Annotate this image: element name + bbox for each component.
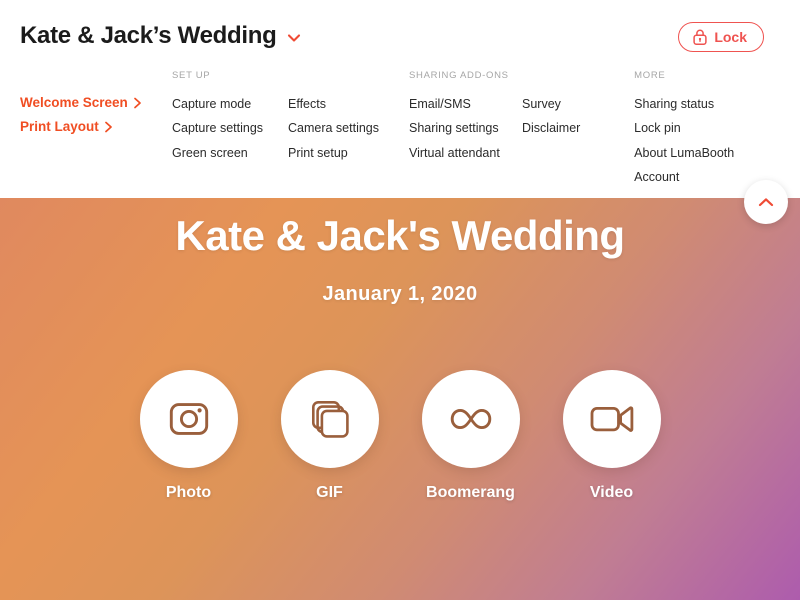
mode-icon-circle — [421, 370, 520, 468]
menu-group-heading: SET UP — [172, 70, 211, 81]
menu-group-heading: MORE — [634, 70, 666, 81]
menu-column: Capture mode Capture settings Green scre… — [172, 97, 288, 160]
mode-icon-circle — [562, 370, 661, 468]
quick-link-label: Print Layout — [20, 119, 99, 134]
menu-item-effects[interactable]: Effects — [288, 97, 379, 111]
menu-column: Sharing status Lock pin About LumaBooth … — [634, 97, 734, 185]
menu-item-virtual-attendant[interactable]: Virtual attendant — [409, 146, 522, 160]
infinity-icon — [448, 404, 494, 434]
quick-link-print-layout[interactable]: Print Layout — [20, 119, 142, 134]
chevron-right-icon — [104, 121, 113, 133]
event-title: Kate & Jack's Wedding — [175, 212, 625, 259]
quick-link-welcome-screen[interactable]: Welcome Screen — [20, 95, 142, 110]
menu-item-survey[interactable]: Survey — [522, 97, 580, 111]
quick-link-label: Welcome Screen — [20, 95, 128, 110]
stacked-squares-icon — [309, 398, 351, 440]
welcome-screen-preview: Kate & Jack's Wedding January 1, 2020 Ph… — [0, 198, 800, 600]
quick-links: Welcome Screen Print Layout — [20, 95, 142, 134]
page-title: Kate & Jack’s Wedding — [20, 22, 277, 49]
menu-group-heading: SHARING ADD-ONS — [409, 70, 509, 81]
chevron-up-icon — [758, 197, 774, 207]
menu-item-print-setup[interactable]: Print setup — [288, 146, 379, 160]
mode-button-video[interactable]: Video — [562, 370, 661, 502]
chevron-down-icon[interactable] — [286, 26, 302, 46]
menu-item-email-sms[interactable]: Email/SMS — [409, 97, 522, 111]
mode-button-boomerang[interactable]: Boomerang — [421, 370, 520, 502]
mode-icon-circle — [280, 370, 379, 468]
menu-column: Effects Camera settings Print setup — [288, 97, 379, 160]
mode-label: GIF — [316, 484, 343, 501]
mode-button-gif[interactable]: GIF — [280, 370, 379, 502]
lock-icon — [693, 29, 707, 45]
menu-item-capture-mode[interactable]: Capture mode — [172, 97, 288, 111]
menu-item-sharing-settings[interactable]: Sharing settings — [409, 121, 522, 135]
mode-button-photo[interactable]: Photo — [139, 370, 238, 502]
menu-column: Email/SMS Sharing settings Virtual atten… — [409, 97, 522, 160]
menu-item-capture-settings[interactable]: Capture settings — [172, 121, 288, 135]
collapse-menu-button[interactable] — [744, 180, 788, 224]
menu-item-account[interactable]: Account — [634, 170, 734, 184]
mode-icon-circle — [139, 370, 238, 468]
mode-label: Boomerang — [426, 484, 515, 501]
menu-item-lock-pin[interactable]: Lock pin — [634, 121, 734, 135]
menu-item-green-screen[interactable]: Green screen — [172, 146, 288, 160]
menu-item-sharing-status[interactable]: Sharing status — [634, 97, 734, 111]
mode-label: Video — [589, 484, 634, 501]
camera-icon — [168, 398, 210, 440]
lock-button[interactable]: Lock — [678, 22, 764, 52]
menu-item-camera-settings[interactable]: Camera settings — [288, 121, 379, 135]
menu-panel: Kate & Jack’s Wedding Lock Welcome Scree… — [0, 0, 800, 198]
menu-item-about-lumabooth[interactable]: About LumaBooth — [634, 146, 734, 160]
chevron-right-icon — [133, 97, 142, 109]
menu-groups: SET UP Capture mode Capture settings Gre… — [172, 70, 780, 185]
menu-group-sharing-addons: SHARING ADD-ONS Email/SMS Sharing settin… — [409, 70, 634, 185]
menu-column: Survey Disclaimer — [522, 97, 580, 160]
capture-mode-buttons: Photo GIF Boomerang Video — [0, 370, 800, 502]
menu-group-more: MORE Sharing status Lock pin About LumaB… — [634, 70, 780, 185]
lock-button-label: Lock — [714, 29, 747, 45]
event-date: January 1, 2020 — [322, 283, 478, 305]
menu-item-disclaimer[interactable]: Disclaimer — [522, 121, 580, 135]
mode-label: Photo — [165, 484, 212, 501]
app-title-dropdown[interactable]: Kate & Jack’s Wedding — [20, 22, 302, 50]
video-camera-icon — [590, 403, 634, 435]
lumabooth-app-window: Kate & Jack’s Wedding Lock Welcome Scree… — [0, 0, 800, 600]
menu-group-setup: SET UP Capture mode Capture settings Gre… — [172, 70, 409, 185]
